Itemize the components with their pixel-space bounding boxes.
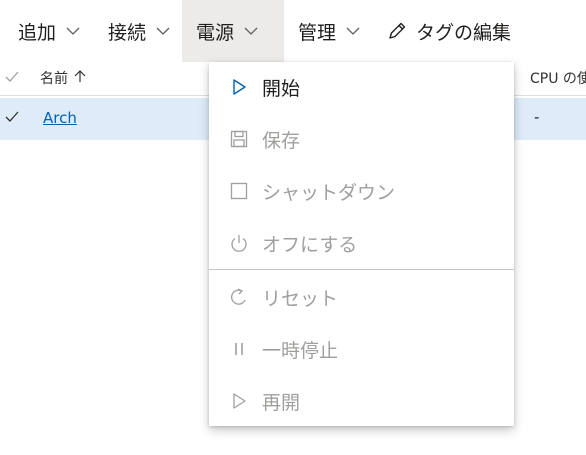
menu-item-shutdown[interactable]: シャットダウン [209,166,514,216]
connect-label: 接続 [108,21,147,44]
menu-item-turn-off[interactable]: オフにする [209,218,514,268]
reset-icon [229,287,249,307]
column-header-name[interactable]: 名前 [40,68,86,88]
edit-tags-label: タグの編集 [416,21,512,44]
menu-item-start-label: 開始 [262,77,301,100]
chevron-down-icon [244,26,258,36]
power-icon [229,233,249,253]
power-menu-button[interactable]: 電源 [182,0,285,62]
chevron-down-icon [156,26,170,36]
play-icon [229,77,249,97]
pause-icon [229,339,249,359]
menu-item-resume-label: 再開 [262,391,301,414]
menu-item-pause-label: 一時停止 [262,339,339,362]
manage-label: 管理 [298,21,337,44]
menu-item-reset[interactable]: リセット [209,272,514,322]
column-header-cpu[interactable]: CPU の使 [530,68,586,88]
menu-item-shutdown-label: シャットダウン [262,181,396,204]
pencil-icon [386,20,408,42]
menu-item-reset-label: リセット [262,287,339,310]
edit-tags-button[interactable]: タグの編集 [372,0,511,62]
cpu-usage-value: - [534,108,540,126]
menu-item-save-label: 保存 [262,129,301,152]
row-checkmark-icon[interactable] [3,108,21,130]
connect-menu-button[interactable]: 接続 [92,0,182,62]
chevron-down-icon [66,26,80,36]
stop-icon [229,181,249,201]
menu-item-start[interactable]: 開始 [209,62,514,112]
vm-name-link[interactable]: Arch [43,109,77,127]
sort-ascending-icon [74,69,86,87]
column-header-name-label: 名前 [40,71,68,87]
power-dropdown-menu: 開始 保存 シャットダウン オフにする リセット 一時停止 再開 [209,62,514,426]
power-label: 電源 [196,21,235,44]
menu-item-save[interactable]: 保存 [209,114,514,164]
command-bar: 追加 接続 電源 管理 タグの編集 [0,0,586,62]
select-all-checkmark-icon[interactable] [3,68,21,90]
menu-divider [209,269,514,270]
chevron-down-icon [346,26,360,36]
menu-item-pause[interactable]: 一時停止 [209,324,514,374]
add-menu-button[interactable]: 追加 [0,0,92,62]
resume-icon [229,391,249,411]
menu-item-turn-off-label: オフにする [262,233,358,256]
menu-item-resume[interactable]: 再開 [209,376,514,426]
add-label: 追加 [18,21,57,44]
save-icon [229,129,249,149]
manage-menu-button[interactable]: 管理 [284,0,372,62]
